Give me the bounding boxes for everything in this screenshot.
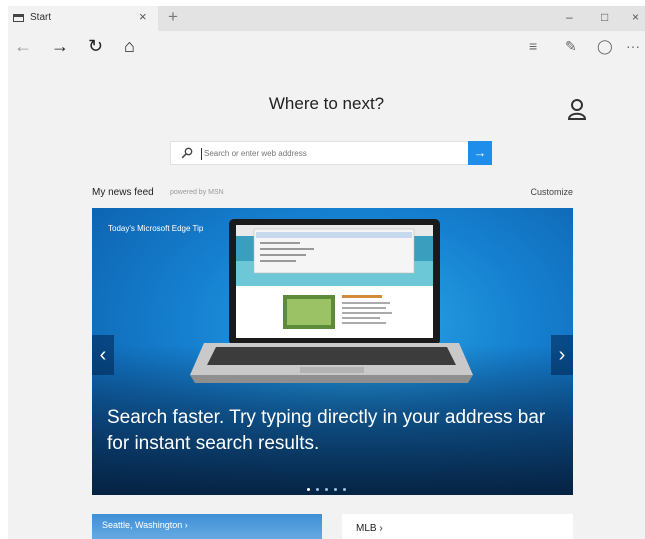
share-button[interactable]: ◯ xyxy=(597,38,613,55)
edge-tip-label: Today's Microsoft Edge Tip xyxy=(108,224,204,233)
close-window-button[interactable]: × xyxy=(632,10,639,24)
search-box: → xyxy=(170,141,492,165)
carousel-prev-button[interactable]: ‹ xyxy=(92,335,114,375)
laptop-screen xyxy=(236,225,433,338)
profile-avatar-icon[interactable] xyxy=(567,98,587,120)
maximize-button[interactable]: □ xyxy=(601,10,608,24)
web-note-button[interactable]: ✎ xyxy=(565,38,577,55)
carousel-next-button[interactable]: › xyxy=(551,335,573,375)
news-feed-title: My news feed xyxy=(92,187,154,198)
minimize-button[interactable]: – xyxy=(566,10,573,24)
carousel-dot[interactable] xyxy=(334,488,337,491)
weather-card[interactable]: Seattle, Washington › xyxy=(92,514,322,539)
tab-strip: Start × + – □ × xyxy=(8,6,645,31)
back-button[interactable]: ← xyxy=(14,36,32,56)
tab-page-icon xyxy=(13,14,24,22)
carousel-dot[interactable] xyxy=(316,488,319,491)
carousel-dot[interactable] xyxy=(343,488,346,491)
more-button[interactable]: ··· xyxy=(626,38,640,54)
laptop-keyboard-base xyxy=(190,343,473,383)
page-headline: Where to next? xyxy=(268,94,385,113)
navigation-bar: ← → ↻ ⌂ ≡ ✎ ◯ ··· xyxy=(8,31,645,65)
laptop-screen-content xyxy=(236,225,433,338)
refresh-button[interactable]: ↻ xyxy=(88,36,103,56)
text-caret xyxy=(201,148,202,160)
browser-window: Start × + – □ × ← → ↻ ⌂ ≡ ✎ ◯ ··· Where … xyxy=(8,6,645,539)
tab-start[interactable]: Start × xyxy=(8,6,158,31)
powered-by-label: powered by MSN xyxy=(170,189,224,196)
hero-headline[interactable]: Search faster. Try typing directly in yo… xyxy=(107,405,567,457)
weather-location-link[interactable]: Seattle, Washington › xyxy=(102,520,188,530)
search-go-button[interactable]: → xyxy=(468,141,492,165)
carousel-dots xyxy=(304,478,349,495)
mlb-link[interactable]: MLB › xyxy=(356,523,383,534)
carousel-dot[interactable] xyxy=(325,488,328,491)
new-tab-button[interactable]: + xyxy=(168,7,178,27)
hero-carousel[interactable]: Today's Microsoft Edge Tip Search faster… xyxy=(92,208,573,495)
carousel-dot[interactable] xyxy=(307,488,310,491)
reading-view-button[interactable]: ≡ xyxy=(529,38,537,54)
forward-button[interactable]: → xyxy=(51,36,69,56)
customize-link[interactable]: Customize xyxy=(530,187,573,197)
tab-title: Start xyxy=(30,12,52,23)
mlb-card[interactable]: MLB › xyxy=(342,514,573,539)
tab-close-button[interactable]: × xyxy=(139,9,147,24)
home-button[interactable]: ⌂ xyxy=(124,36,135,56)
search-icon xyxy=(181,147,193,159)
search-input[interactable] xyxy=(204,144,454,162)
laptop-illustration xyxy=(229,219,440,345)
news-feed-header: My news feed powered by MSN Customize xyxy=(92,187,573,201)
